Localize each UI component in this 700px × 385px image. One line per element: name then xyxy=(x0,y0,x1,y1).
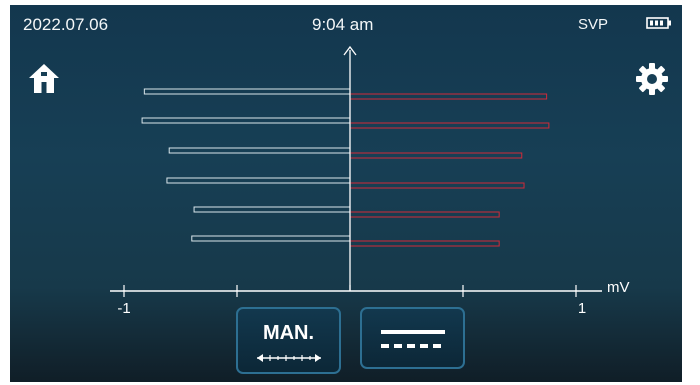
left-bar-5 xyxy=(193,206,351,213)
left-bar-1 xyxy=(143,88,351,95)
line-style-button[interactable] xyxy=(360,307,465,369)
bar-series-layer xyxy=(141,88,550,247)
right-bar-1 xyxy=(349,93,548,100)
right-bar-6 xyxy=(349,240,500,247)
membrane-potential-chart: -1 1 mV xyxy=(110,45,630,317)
left-bar-3 xyxy=(168,147,351,154)
solid-dashed-lines-icon xyxy=(381,330,445,348)
tick-label-one: 1 xyxy=(578,300,586,317)
right-bar-3 xyxy=(349,152,523,159)
right-bar-4 xyxy=(349,182,525,189)
right-bar-2 xyxy=(349,122,550,129)
tick-label-neg-one: -1 xyxy=(117,300,130,317)
device-screen: 2022.07.06 9:04 am SVP -1 1 mV MAN. xyxy=(10,5,682,382)
left-bar-6 xyxy=(191,235,351,242)
right-bar-5 xyxy=(349,211,500,218)
manual-mode-button[interactable]: MAN. xyxy=(236,307,341,374)
left-bar-2 xyxy=(141,117,351,124)
x-axis-unit-label: mV xyxy=(607,279,630,296)
manual-button-label: MAN. xyxy=(262,322,315,344)
left-bar-4 xyxy=(166,177,351,184)
manual-scale-icon xyxy=(257,354,321,362)
